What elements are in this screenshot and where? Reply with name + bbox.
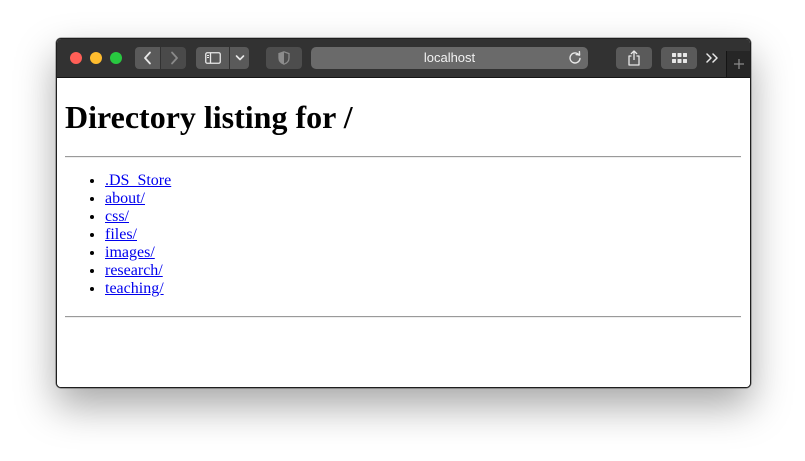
entry-link-teaching[interactable]: teaching/ (105, 280, 164, 297)
directory-list: .DS_Store about/ css/ files/ images/ res… (65, 172, 171, 298)
sidebar-icon (204, 52, 221, 64)
new-tab-button[interactable] (726, 51, 750, 77)
reload-icon[interactable] (568, 51, 582, 65)
share-icon (628, 50, 640, 66)
top-divider (65, 156, 741, 158)
page-content: Directory listing for / .DS_Store about/… (57, 78, 750, 387)
forward-button[interactable] (161, 47, 186, 69)
entry-link-files[interactable]: files/ (105, 226, 137, 243)
chevron-left-icon (143, 51, 151, 65)
navigation-buttons (135, 47, 187, 69)
page-title: Directory listing for / (65, 99, 353, 135)
browser-window: localhost Directory listing for / • .DS_… (56, 38, 751, 388)
entry-link-ds-store[interactable]: .DS_Store (105, 172, 171, 189)
minimize-window-button[interactable] (90, 52, 102, 64)
back-button[interactable] (135, 47, 160, 69)
list-item: files/ (105, 226, 171, 244)
grid-icon (671, 53, 687, 63)
privacy-report-button[interactable] (266, 47, 302, 69)
sidebar-controls (196, 47, 249, 69)
double-chevron-right-icon (706, 53, 718, 63)
share-button[interactable] (616, 47, 652, 69)
shield-icon (278, 51, 290, 65)
chevron-right-icon (170, 51, 178, 65)
browser-toolbar: localhost (57, 39, 750, 78)
entry-link-research[interactable]: research/ (105, 262, 163, 279)
plus-icon (734, 59, 744, 69)
chevron-down-icon (235, 55, 244, 61)
list-item: images/ (105, 244, 171, 262)
list-item: about/ (105, 190, 171, 208)
sidebar-button[interactable] (196, 47, 229, 69)
entry-link-about[interactable]: about/ (105, 190, 145, 207)
entry-link-css[interactable]: css/ (105, 208, 129, 225)
address-bar[interactable]: localhost (311, 47, 588, 69)
tab-overview-button[interactable] (661, 47, 697, 69)
address-text: localhost (423, 50, 476, 65)
list-item: teaching/ (105, 280, 171, 298)
list-item: css/ (105, 208, 171, 226)
bottom-divider (65, 316, 741, 318)
close-window-button[interactable] (70, 52, 82, 64)
toolbar-overflow-button[interactable] (703, 47, 721, 69)
sidebar-menu-button[interactable] (230, 47, 249, 69)
zoom-window-button[interactable] (110, 52, 122, 64)
list-item: research/ (105, 262, 171, 280)
entry-link-images[interactable]: images/ (105, 244, 155, 261)
list-item: .DS_Store (105, 172, 171, 190)
